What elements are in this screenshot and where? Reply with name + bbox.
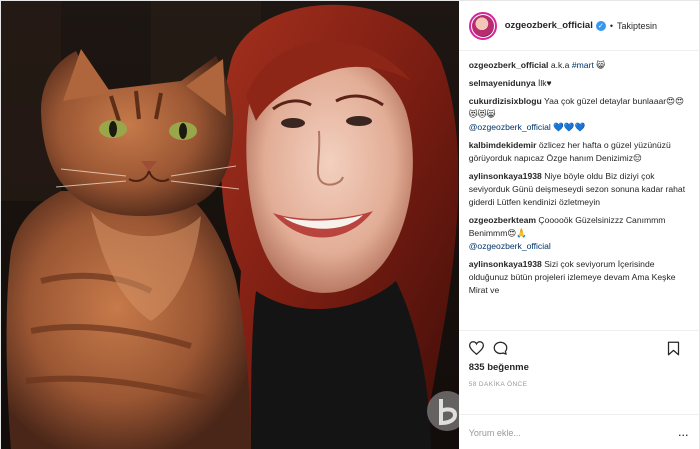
comment-emoji: 😸 <box>596 60 606 70</box>
post-sidebar: ozgeozberk_official ✓ • Takiptesin ozgeo… <box>458 1 699 449</box>
post-photo[interactable] <box>1 1 459 449</box>
comment-username[interactable]: cukurdizisixblogu <box>469 96 542 106</box>
comment-item: kalbimdekidemir özlicez her hafta o güze… <box>469 139 689 165</box>
comment-item: aylinsonkaya1938 Sizi çok seviyorum İçer… <box>469 258 689 297</box>
verified-badge-icon: ✓ <box>595 20 606 31</box>
comment-item: aylinsonkaya1938 Niye böyle oldu Biz diz… <box>469 170 689 209</box>
avatar-image <box>471 14 494 37</box>
bookmark-icon[interactable] <box>665 340 681 356</box>
more-options-button[interactable]: ... <box>678 428 689 438</box>
likes-number: 835 <box>468 362 485 373</box>
comment-item: ozgeozberk_official a.k.a #mart 😸 <box>469 59 689 72</box>
likes-label: beğenme <box>487 362 529 373</box>
comment-username[interactable]: selmayenidunya <box>469 78 536 88</box>
comment-username[interactable]: kalbimdekidemir <box>469 140 537 150</box>
follow-status-button[interactable]: Takiptesin <box>617 21 657 31</box>
watermark-logo <box>427 391 459 431</box>
comment-list[interactable]: ozgeozberk_official a.k.a #mart 😸 selmay… <box>459 51 699 330</box>
mention-link[interactable]: @ozgeozberk_official <box>469 241 551 251</box>
comment-username[interactable]: aylinsonkaya1938 <box>469 259 542 269</box>
comment-input[interactable]: Yorum ekle... <box>469 428 521 438</box>
comment-icon[interactable] <box>493 340 509 356</box>
photo-illustration <box>1 1 459 449</box>
comment-emoji: 💙💙💙 <box>553 122 586 132</box>
avatar[interactable] <box>468 11 497 40</box>
header-username[interactable]: ozgeozberk_official <box>505 20 593 31</box>
comment-item: ozgeozberkteam Çooooök Güzelsinizzz Canı… <box>469 214 689 253</box>
comment-text: a.k.a <box>550 60 570 70</box>
post-timestamp: 58 DAKİKA ÖNCE <box>468 381 528 388</box>
action-icons <box>469 339 689 357</box>
instagram-post: ozgeozberk_official ✓ • Takiptesin ozgeo… <box>0 0 700 449</box>
mention-link[interactable]: @ozgeozberk_official <box>469 122 551 132</box>
comment-username[interactable]: ozgeozberk_official <box>469 60 549 70</box>
likes-count[interactable]: 835 beğenme <box>469 362 689 373</box>
heart-icon[interactable] <box>469 340 485 356</box>
comment-username[interactable]: ozgeozberkteam <box>469 215 536 225</box>
post-header: ozgeozberk_official ✓ • Takiptesin <box>458 1 699 51</box>
action-bar: 835 beğenme 58 DAKİKA ÖNCE <box>458 330 699 414</box>
comment-item: cukurdizisixblogu Yaa çok güzel detaylar… <box>469 95 689 134</box>
header-separator: • <box>609 20 614 31</box>
comment-item: selmayenidunya İlk♥ <box>469 77 689 90</box>
comment-composer[interactable]: Yorum ekle... ... <box>458 414 699 449</box>
comment-username[interactable]: aylinsonkaya1938 <box>469 171 542 181</box>
comment-text: İlk♥ <box>537 78 552 88</box>
hashtag-link[interactable]: #mart <box>572 60 594 70</box>
